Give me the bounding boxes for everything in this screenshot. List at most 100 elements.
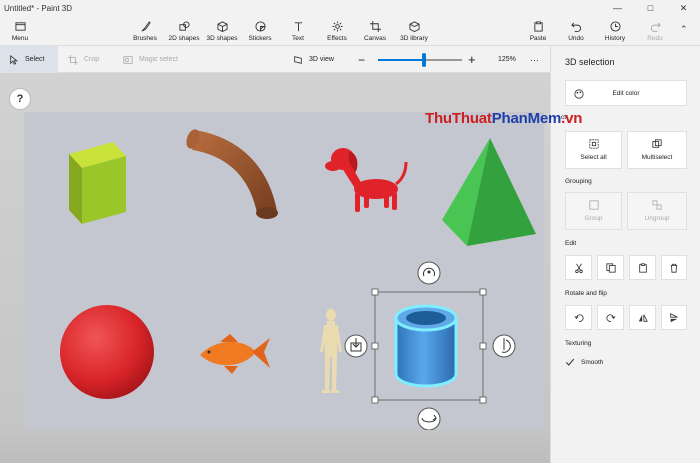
view-3d-icon (294, 55, 302, 64)
maximize-button[interactable]: □ (634, 0, 667, 16)
rotate-left-button[interactable] (565, 305, 592, 330)
texturing-heading: Texturing (565, 340, 592, 347)
brown-curved-tube[interactable] (184, 128, 278, 219)
red-sphere[interactable] (60, 305, 154, 399)
library-3d-tool[interactable]: 3D library (397, 18, 431, 45)
brush-icon (141, 21, 151, 32)
paste-icon (533, 21, 543, 32)
cursor-icon (10, 54, 19, 65)
green-cube[interactable] (69, 142, 126, 224)
workspace[interactable]: ? (0, 73, 550, 463)
palette-icon (574, 89, 584, 99)
effects-icon (331, 21, 343, 32)
rotate-right-icon (605, 313, 615, 322)
toolbar: Select Crop Magic select 3D view − + 125… (0, 46, 550, 73)
edit-color-button[interactable]: Edit color (565, 80, 687, 106)
cut-button[interactable] (565, 255, 592, 280)
green-pyramid[interactable] (442, 138, 536, 246)
canvas-tool[interactable]: Canvas (360, 18, 390, 45)
copy-button[interactable] (597, 255, 624, 280)
effects-tool[interactable]: Effects (322, 18, 352, 45)
close-button[interactable]: ✕ (667, 0, 700, 16)
undo-button[interactable]: Undo (563, 18, 589, 45)
rotate-flip-heading: Rotate and flip (565, 290, 607, 297)
paint3d-window: Untitled* - Paint 3D — □ ✕ Menu Brushes … (0, 0, 700, 463)
text-tool[interactable]: Text (283, 18, 313, 45)
zoom-out-button[interactable]: − (358, 46, 365, 73)
checkmark-icon (565, 358, 575, 366)
zoom-slider-fill (378, 59, 425, 61)
crop-button[interactable]: Crop (68, 46, 99, 73)
paste-button[interactable]: Paste (525, 18, 551, 45)
menu-button[interactable]: Menu (5, 18, 35, 45)
view-3d-button[interactable]: 3D view (293, 46, 334, 73)
sticker-icon (254, 21, 266, 32)
ungroup-icon (652, 200, 662, 210)
scissors-icon (574, 263, 583, 273)
flip-vertical-button[interactable] (661, 305, 687, 330)
red-dog[interactable] (325, 148, 408, 212)
history-button[interactable]: History (600, 18, 630, 45)
rotate-y-handle[interactable] (492, 334, 516, 358)
redo-icon (650, 22, 661, 32)
title-bar: Untitled* - Paint 3D — □ ✕ (0, 0, 700, 16)
library-3d-icon (408, 21, 420, 32)
minimize-button[interactable]: — (601, 0, 634, 16)
group-button[interactable]: Group (565, 192, 622, 230)
menu-icon (14, 22, 26, 31)
group-icon (588, 200, 599, 210)
zoom-level[interactable]: 125% (498, 46, 516, 73)
blue-cylinder[interactable] (394, 304, 458, 388)
mannequin-figure[interactable] (320, 309, 342, 393)
smooth-checkbox[interactable]: Smooth (565, 357, 603, 367)
select-button[interactable]: Select (0, 46, 58, 73)
rotate-right-button[interactable] (597, 305, 624, 330)
delete-button[interactable] (661, 255, 687, 280)
history-icon (609, 21, 621, 32)
cube-icon (216, 21, 228, 32)
brushes-tool[interactable]: Brushes (128, 18, 162, 45)
collapse-ribbon-icon[interactable]: ⌃ (680, 24, 688, 35)
magic-select-button[interactable]: Magic select (123, 46, 178, 73)
multiselect-button[interactable]: Multiselect (627, 131, 687, 169)
canvas[interactable] (24, 112, 544, 431)
ribbon: Menu Brushes 2D shapes 3D shapes Sticker… (0, 16, 700, 46)
crop-icon (68, 54, 78, 65)
text-icon (294, 22, 302, 32)
grouping-heading: Grouping (565, 178, 592, 185)
shapes-2d-tool[interactable]: 2D shapes (166, 18, 202, 45)
flip-horizontal-button[interactable] (629, 305, 656, 330)
multiselect-icon (652, 139, 662, 148)
select-all-button[interactable]: Select all (565, 131, 622, 169)
stickers-tool[interactable]: Stickers (244, 18, 276, 45)
edit-heading: Edit (565, 240, 577, 247)
rotate-z-handle[interactable] (417, 261, 441, 285)
copy-icon (605, 262, 616, 273)
more-options-button[interactable]: ··· (530, 46, 539, 73)
zoom-slider-thumb[interactable] (422, 53, 427, 67)
paste-panel-button[interactable] (629, 255, 656, 280)
ungroup-button[interactable]: Ungroup (627, 192, 687, 230)
zoom-slider[interactable] (378, 53, 462, 67)
redo-button[interactable]: Redo (642, 18, 668, 45)
rotate-left-icon (574, 313, 584, 322)
watermark: ThuThuatPhanMem.vn (425, 110, 583, 127)
canvas-icon (369, 21, 381, 32)
zoom-in-button[interactable]: + (468, 46, 476, 73)
select-all-icon (588, 139, 599, 149)
side-panel: 3D selection Edit color ct Select all Mu… (550, 46, 700, 463)
shapes-3d-tool[interactable]: 3D shapes (205, 18, 239, 45)
paste-panel-icon (638, 262, 647, 273)
depth-handle[interactable] (344, 334, 368, 358)
window-title: Untitled* - Paint 3D (4, 3, 73, 13)
trash-icon (670, 263, 678, 273)
flip-horizontal-icon (638, 313, 648, 322)
flip-vertical-icon (670, 312, 678, 322)
rotate-x-handle[interactable] (417, 407, 441, 431)
scene-3d (60, 128, 536, 431)
orange-fish[interactable] (200, 334, 270, 374)
magic-select-icon (123, 55, 133, 64)
shapes-2d-icon (178, 21, 190, 31)
undo-icon (570, 22, 581, 32)
help-button[interactable]: ? (9, 88, 31, 110)
